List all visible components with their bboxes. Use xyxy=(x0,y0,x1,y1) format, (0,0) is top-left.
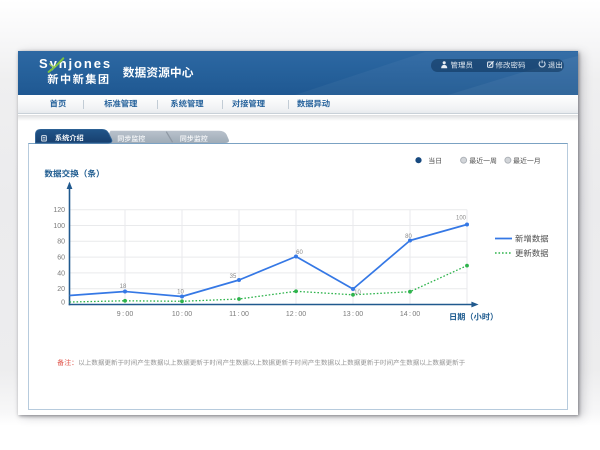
svg-text:12 : 00: 12 : 00 xyxy=(286,311,306,318)
svg-text:80: 80 xyxy=(57,239,65,246)
svg-text:13 : 00: 13 : 00 xyxy=(343,311,363,318)
svg-text:10: 10 xyxy=(354,290,361,296)
svg-text:11 : 00: 11 : 00 xyxy=(229,311,249,318)
svg-text:0: 0 xyxy=(61,299,65,306)
svg-text:80: 80 xyxy=(405,234,412,240)
svg-text:9 : 00: 9 : 00 xyxy=(117,311,134,318)
svg-text:10 : 00: 10 : 00 xyxy=(172,311,192,318)
svg-text:60: 60 xyxy=(296,250,303,256)
svg-text:20: 20 xyxy=(57,286,65,293)
svg-text:100: 100 xyxy=(53,223,65,230)
svg-text:18: 18 xyxy=(120,284,127,290)
svg-text:35: 35 xyxy=(230,274,237,280)
svg-text:14 : 00: 14 : 00 xyxy=(400,311,420,318)
svg-text:100: 100 xyxy=(456,216,467,222)
svg-text:120: 120 xyxy=(53,207,65,214)
svg-text:40: 40 xyxy=(57,270,65,277)
svg-text:10: 10 xyxy=(177,289,184,295)
svg-text:60: 60 xyxy=(57,255,65,262)
